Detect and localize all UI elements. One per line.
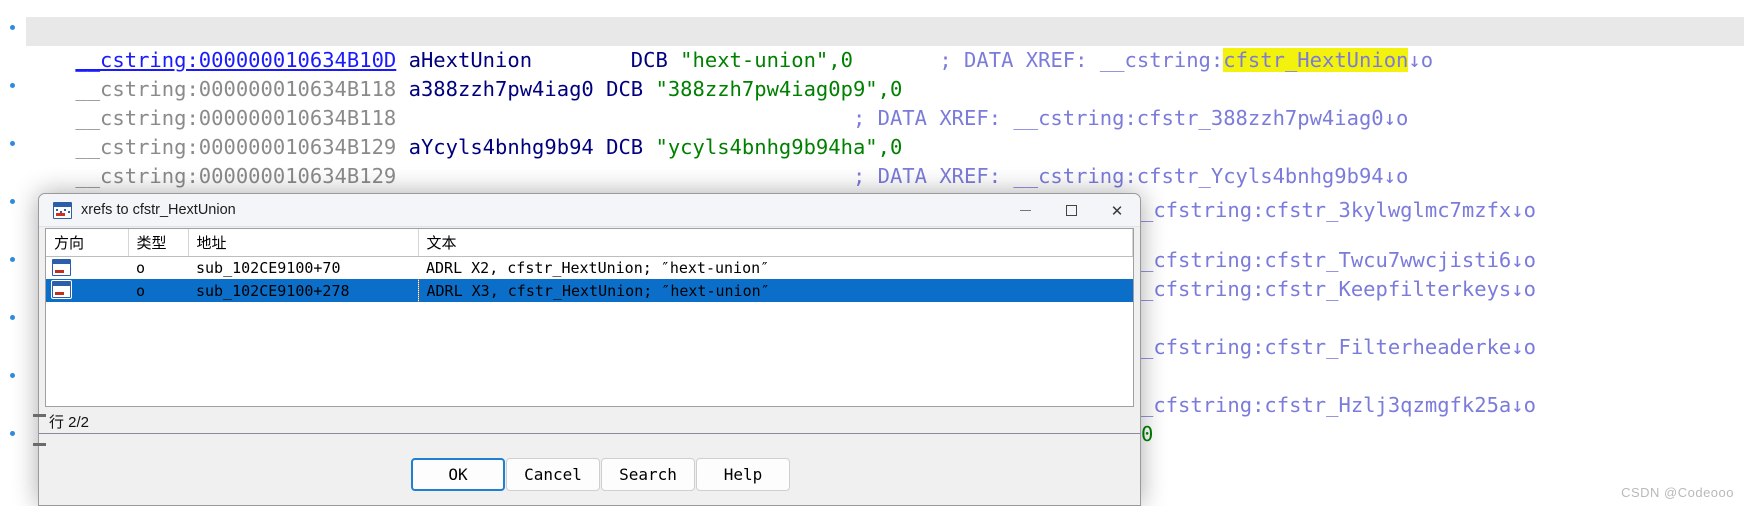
code-line[interactable]: __cstring:000000010634B118 a388zzh7pw4ia…: [26, 46, 1744, 101]
cell-type[interactable]: o: [128, 279, 188, 302]
line-dot-marker: [10, 199, 15, 204]
dialog-title-bar[interactable]: xrefs to cfstr_HextUnion ✕: [39, 194, 1140, 227]
xrefs-window-icon: [53, 201, 72, 219]
cell-text[interactable]: ADRL X3, cfstr_HextUnion; ″hext-union″: [417, 279, 1133, 302]
search-button[interactable]: Search: [601, 458, 695, 491]
code-line[interactable]: __cstring:000000010634B13A a3kylwglmc7mz…: [26, 162, 1744, 217]
xref-row-icon: [52, 281, 71, 298]
line-dot-marker: [10, 257, 15, 262]
window-controls[interactable]: ✕: [1002, 194, 1140, 227]
maximize-button[interactable]: [1048, 194, 1094, 227]
table-row-selected[interactable]: Up o sub_102CE9100+278 ADRL X3, cfstr_He…: [46, 279, 1133, 302]
table-row[interactable]: Up o sub_102CE9100+70 ADRL X2, cfstr_Hex…: [46, 256, 1133, 279]
xrefs-dialog[interactable]: xrefs to cfstr_HextUnion ✕ 方向 类型 地址 文本 o…: [38, 193, 1141, 506]
column-header-address[interactable]: 地址: [188, 229, 419, 257]
xrefs-table-container[interactable]: 方向 类型 地址 文本 Up o sub_102CE9100+70 ADRL X…: [45, 228, 1134, 407]
line-dot-marker: [10, 25, 15, 30]
ok-button[interactable]: OK: [411, 458, 505, 491]
column-header-type[interactable]: 类型: [128, 229, 189, 257]
xref-comment: _cfstring:cfstr_Keepfilterkeys↓o: [1141, 277, 1536, 301]
xref-row-icon: [52, 258, 71, 276]
line-marker-gutter: [0, 0, 26, 506]
table-header-row: 方向 类型 地址 文本: [46, 229, 1133, 257]
code-line-highlighted[interactable]: __cstring:000000010634B10D aHextUnion DC…: [26, 17, 1744, 72]
gutter-separator: [33, 414, 46, 417]
help-button[interactable]: Help: [696, 458, 790, 491]
column-header-direction[interactable]: 方向: [46, 229, 129, 257]
xref-comment: _cfstring:cfstr_Filterheaderke↓o: [1141, 335, 1536, 359]
xrefs-table[interactable]: 方向 类型 地址 文本 Up o sub_102CE9100+70 ADRL X…: [46, 229, 1133, 302]
cell-address[interactable]: sub_102CE9100+278: [188, 279, 418, 302]
cell-text[interactable]: ADRL X2, cfstr_HextUnion; ″hext-union″: [418, 256, 1133, 279]
gutter-separator: [33, 443, 46, 446]
line-dot-marker: [10, 141, 15, 146]
xref-comment: _cfstring:cfstr_Hzlj3qzmgfk25a↓o: [1141, 393, 1536, 417]
dialog-status-bar: 行 2/2: [45, 409, 1134, 433]
row-count-status: 行 2/2: [49, 413, 90, 431]
cell-type[interactable]: o: [128, 256, 188, 279]
line-dot-marker: [10, 315, 15, 320]
code-line[interactable]: __cstring:000000010634B118 ; DATA XREF: …: [26, 75, 1744, 130]
xref-comment: _cfstring:cfstr_Twcu7wwcjisti6↓o: [1141, 248, 1536, 272]
cell-address[interactable]: sub_102CE9100+70: [188, 256, 418, 279]
cell-direction[interactable]: Up: [46, 279, 128, 302]
column-header-text[interactable]: 文本: [418, 229, 1133, 257]
string-terminator: 0: [1141, 422, 1154, 446]
dialog-title: xrefs to cfstr_HextUnion: [81, 202, 236, 218]
dialog-button-bar: OK Cancel Search Help: [39, 433, 1140, 505]
cancel-button[interactable]: Cancel: [506, 458, 600, 491]
minimize-button[interactable]: [1002, 194, 1048, 227]
line-dot-marker: [10, 431, 15, 436]
code-line[interactable]: __cstring:000000010634B129 aYcyls4bnhg9b…: [26, 104, 1744, 159]
code-line[interactable]: __cstring:000000010634B129 ; DATA XREF: …: [26, 133, 1744, 188]
line-dot-marker: [10, 83, 15, 88]
line-dot-marker: [10, 373, 15, 378]
close-button[interactable]: ✕: [1094, 194, 1140, 227]
watermark: CSDN @Codeooo: [1621, 485, 1734, 500]
cell-direction[interactable]: Up: [46, 256, 128, 279]
xref-comment: _cfstring:cfstr_3kylwglmc7mzfx↓o: [1141, 198, 1536, 222]
